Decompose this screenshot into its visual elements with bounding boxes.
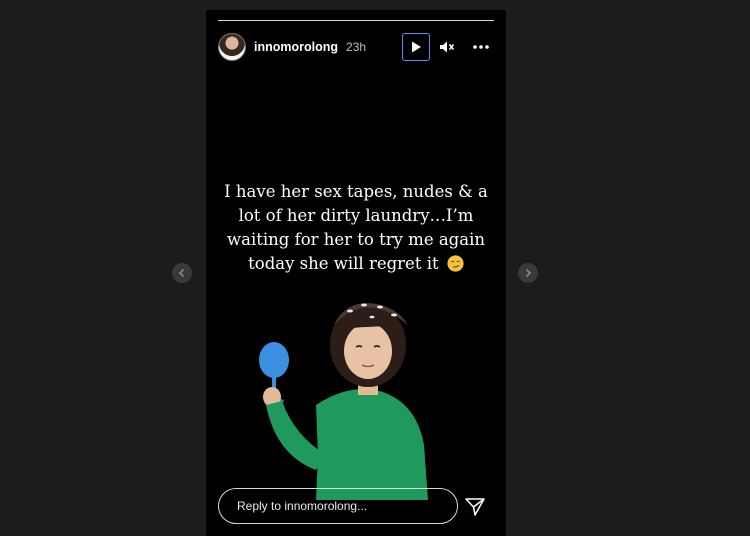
more-options-button[interactable] [468,36,494,58]
speaker-muted-icon [440,41,455,53]
story-viewer[interactable]: innomorolong 23h I have her sex tapes, n… [206,10,506,536]
next-story-button[interactable] [518,263,538,283]
send-button[interactable] [464,496,486,518]
play-icon [412,41,421,53]
more-options-icon [473,45,489,49]
wine-glass-bowl [259,342,289,378]
send-icon [465,498,485,516]
face [344,323,392,379]
progress-segment [218,20,494,21]
play-button[interactable] [402,33,430,61]
chevron-right-icon [525,268,532,278]
smirking-face-emoji [447,255,464,272]
previous-story-button[interactable] [172,263,192,283]
sticker-person-with-wine-glass [259,303,428,500]
story-header: innomorolong 23h [218,32,494,62]
chevron-left-icon [178,268,185,278]
avatar[interactable] [218,33,246,61]
reply-input[interactable] [235,498,441,514]
username[interactable]: innomorolong [254,40,338,54]
reply-box[interactable] [218,488,458,524]
story-caption: I have her sex tapes, nudes & a lot of h… [220,180,492,276]
sweater-body [316,389,428,500]
story-progress-bar [218,20,494,22]
timestamp: 23h [346,40,367,54]
mute-button[interactable] [436,36,458,58]
